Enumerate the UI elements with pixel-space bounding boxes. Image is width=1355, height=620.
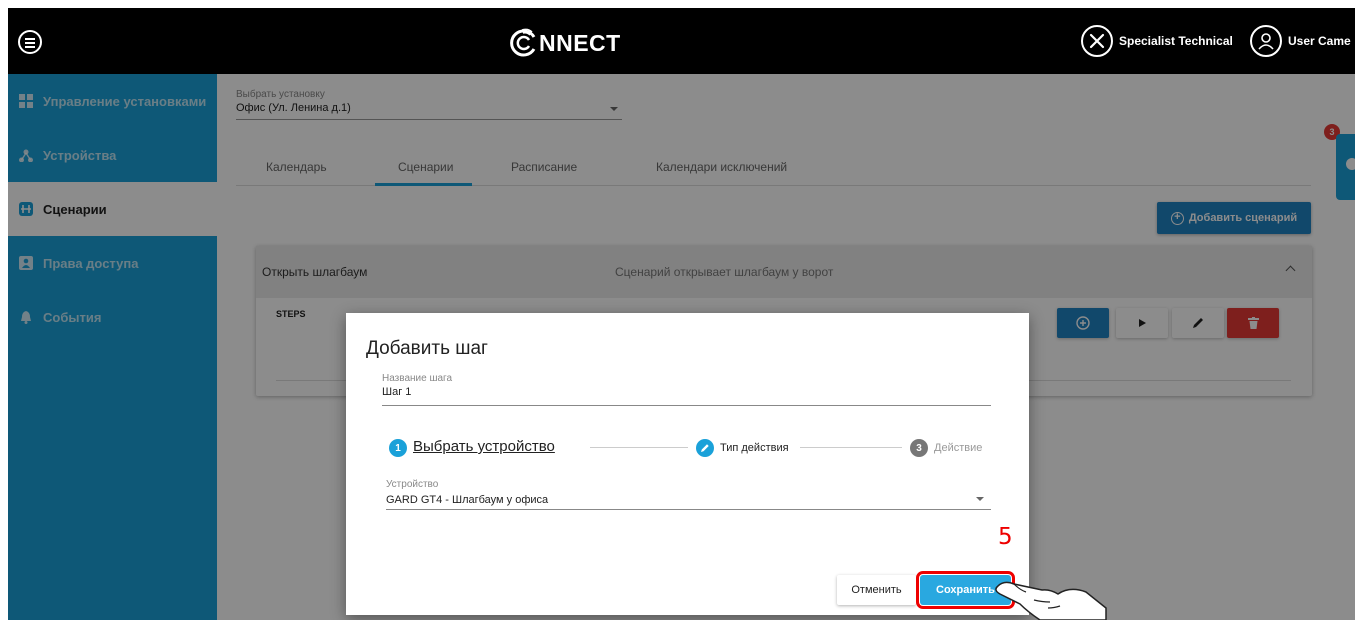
device-select[interactable]: GARD GT4 - Шлагбаум у офиса	[386, 494, 548, 506]
stepper-step-3-label[interactable]: Действие	[934, 442, 982, 454]
annotation-step-number: 5	[998, 524, 1013, 550]
dialog-title: Добавить шаг	[366, 338, 488, 359]
device-underline	[386, 509, 991, 510]
logo-text: NNECT	[539, 29, 621, 56]
step-name-label: Название шага	[382, 373, 453, 384]
user-name: User Came	[1288, 34, 1351, 48]
user-menu[interactable]: User Came	[1250, 25, 1351, 57]
tools-icon	[1081, 25, 1113, 57]
user-icon	[1250, 25, 1282, 57]
stepper-step-1-label[interactable]: Выбрать устройство	[413, 438, 555, 455]
hamburger-menu-icon[interactable]	[18, 30, 42, 54]
stepper-step-3-number: 3	[910, 439, 928, 457]
step-name-input[interactable]: Шаг 1	[382, 386, 411, 398]
add-step-dialog: Добавить шаг Название шага Шаг 1 1 Выбра…	[346, 313, 1029, 615]
stepper-step-2-label[interactable]: Тип действия	[720, 442, 789, 454]
pencil-icon	[696, 439, 714, 457]
stepper-connector	[800, 447, 902, 448]
device-label: Устройство	[386, 479, 439, 490]
logo-swirl-icon	[510, 28, 536, 57]
specialist-menu[interactable]: Specialist Technical	[1081, 25, 1233, 57]
specialist-name: Specialist Technical	[1119, 34, 1233, 48]
pointing-hand-icon	[995, 581, 1107, 620]
cancel-button[interactable]: Отменить	[837, 575, 916, 605]
step-name-underline	[382, 405, 991, 406]
stepper-step-1-number: 1	[389, 439, 407, 457]
stepper-connector	[590, 447, 688, 448]
chevron-down-icon[interactable]	[976, 497, 984, 501]
connect-logo: NNECT	[508, 26, 621, 60]
top-bar: NNECT Specialist Technical User Came	[8, 8, 1355, 74]
